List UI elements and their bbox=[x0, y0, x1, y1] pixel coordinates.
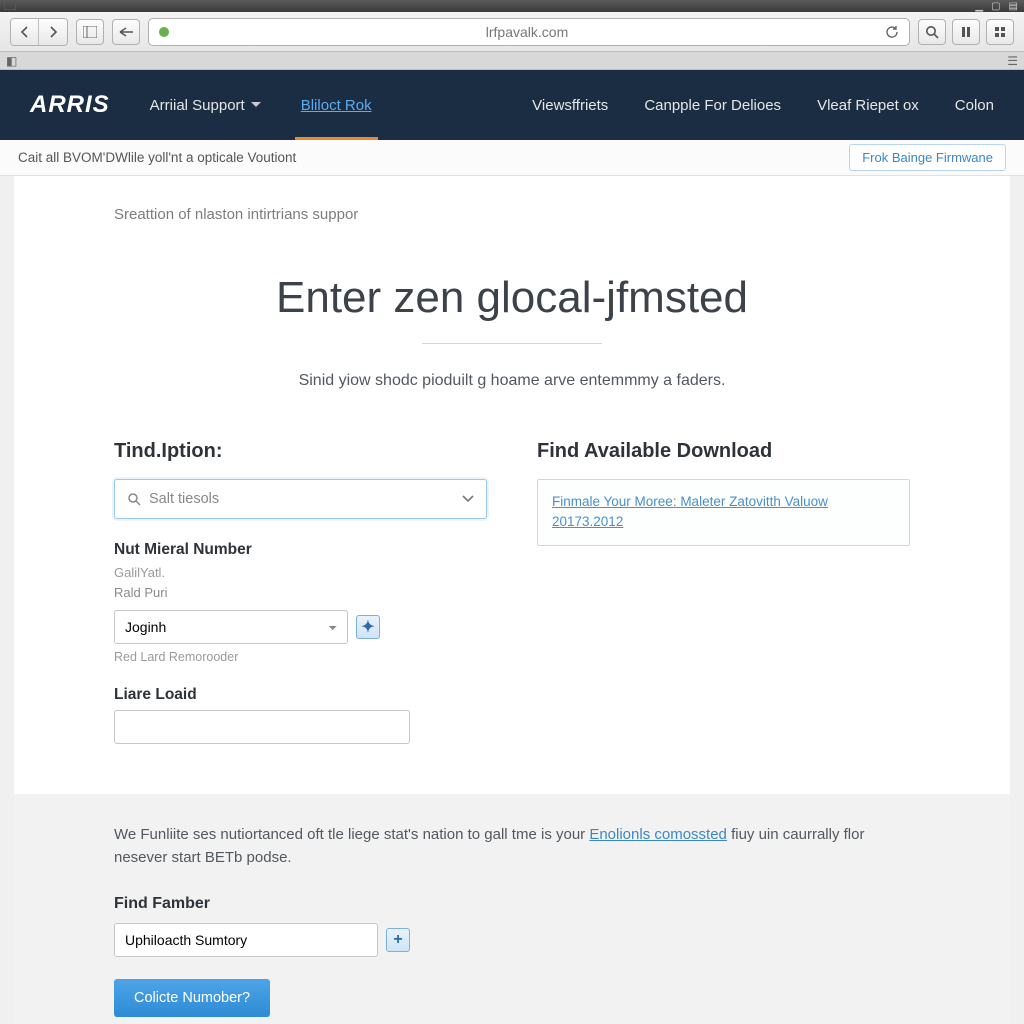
page-subtitle: Sinid yiow shodc pioduilt g hoame arve e… bbox=[114, 372, 910, 390]
window-minimize-icon[interactable]: ▁ bbox=[975, 1, 983, 12]
home-back-button[interactable] bbox=[112, 19, 140, 45]
window-list-icon[interactable]: ▤ bbox=[1009, 1, 1018, 12]
footer-inline-link[interactable]: Enolionls comossted bbox=[589, 826, 727, 843]
chevron-down-icon bbox=[251, 102, 261, 112]
model-hint: Red Lard Remorooder bbox=[114, 650, 487, 664]
nav-support[interactable]: Arriial Support bbox=[150, 70, 261, 140]
chevron-down-icon bbox=[462, 495, 474, 503]
title-divider bbox=[422, 343, 602, 344]
add-number-button[interactable]: + bbox=[386, 928, 410, 952]
footer-text-a: We Funliite ses nutiortanced oft tle lie… bbox=[114, 826, 589, 843]
sidebar-toggle-button[interactable] bbox=[76, 19, 104, 45]
find-number-label: Find Famber bbox=[114, 895, 910, 913]
nav-forward-button[interactable] bbox=[39, 19, 67, 45]
model-number-label: Nut Mieral Number bbox=[114, 541, 487, 559]
firmware-link-button[interactable]: Frok Bainge Firmwane bbox=[849, 144, 1006, 171]
add-model-button[interactable]: ✦ bbox=[356, 615, 380, 639]
nav-item-4[interactable]: Colon bbox=[955, 70, 994, 140]
product-select[interactable]: Salt tiesols bbox=[114, 479, 487, 519]
browser-toolbar: lrfpavalk.com bbox=[0, 12, 1024, 52]
download-title: Find Available Download bbox=[537, 440, 910, 463]
site-header: ARRIS Arriial Support Bliloct Rok Viewsf… bbox=[0, 70, 1024, 140]
nav-support-label: Arriial Support bbox=[150, 97, 245, 114]
download-link-line2: 20173.2012 bbox=[552, 512, 895, 532]
search-icon bbox=[127, 492, 141, 506]
nav-active-tab[interactable]: Bliloct Rok bbox=[301, 70, 372, 140]
nav-active-label: Bliloct Rok bbox=[301, 97, 372, 114]
tab-menu-icon[interactable]: ☰ bbox=[1007, 54, 1018, 68]
nav-item-1[interactable]: Viewsffriets bbox=[532, 70, 608, 140]
submit-button[interactable]: Colicte Numober? bbox=[114, 979, 270, 1017]
download-result[interactable]: Finmale Your Moree: Maleter Zatovitth Va… bbox=[537, 479, 910, 546]
model-sub1: GalilYatl. bbox=[114, 565, 487, 580]
reader-button[interactable] bbox=[952, 19, 980, 45]
logo[interactable]: ARRIS bbox=[30, 91, 110, 119]
refresh-icon[interactable] bbox=[885, 25, 899, 39]
nav-back-button[interactable] bbox=[11, 19, 39, 45]
model-sub2: Rald Puri bbox=[114, 585, 487, 600]
tab-favicon-icon: ◧ bbox=[6, 54, 17, 68]
footer-paragraph: We Funliite ses nutiortanced oft tle lie… bbox=[114, 824, 910, 869]
extensions-button[interactable] bbox=[986, 19, 1014, 45]
secure-lock-icon bbox=[159, 27, 169, 37]
load-input[interactable] bbox=[114, 710, 410, 744]
find-option-label: Tind.Iption: bbox=[114, 440, 487, 463]
find-number-input[interactable] bbox=[114, 923, 378, 957]
model-input[interactable] bbox=[114, 610, 348, 644]
nav-item-3[interactable]: Vleaf Riepet ox bbox=[817, 70, 919, 140]
search-button[interactable] bbox=[918, 19, 946, 45]
breadcrumb: Cait all BVOM'DWlile yoll'nt a opticale … bbox=[18, 150, 296, 165]
page-title: Enter zen glocal-jfmsted bbox=[114, 273, 910, 323]
product-select-placeholder: Salt tiesols bbox=[149, 491, 462, 507]
download-link-line1: Finmale Your Moree: Maleter Zatovitth Va… bbox=[552, 492, 895, 512]
address-bar[interactable]: lrfpavalk.com bbox=[148, 18, 910, 46]
section-label: Sreattion of nlaston intirtrians suppor bbox=[114, 206, 910, 223]
window-maximize-icon[interactable]: ▢ bbox=[991, 1, 1000, 12]
url-text: lrfpavalk.com bbox=[179, 24, 875, 40]
breadcrumb-bar: Cait all BVOM'DWlile yoll'nt a opticale … bbox=[0, 140, 1024, 176]
nav-item-2[interactable]: Canpple For Delioes bbox=[644, 70, 781, 140]
load-label: Liare Loaid bbox=[114, 686, 487, 704]
